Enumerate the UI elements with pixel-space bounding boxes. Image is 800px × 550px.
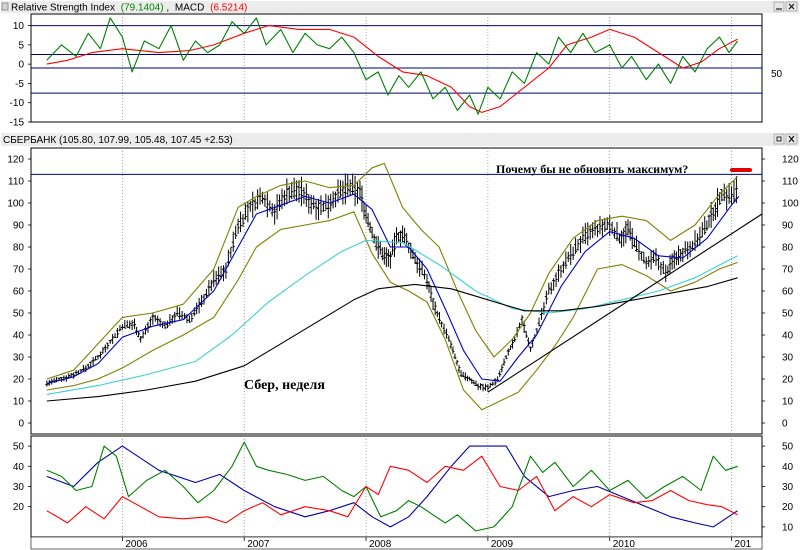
annotation-top: Почему бы не обновить максимум? <box>496 162 688 176</box>
red-marker <box>730 168 752 172</box>
price-left-tick: 100 <box>7 199 24 210</box>
oscillator-left-tick: 40 <box>13 462 25 473</box>
price-right-tick: 30 <box>782 353 794 364</box>
indicator-panel: Relative Strength Index (79.1404) , MACD… <box>1 1 799 129</box>
price-right-tick: 90 <box>782 221 794 232</box>
price-left-tick: 110 <box>8 177 24 188</box>
stock-chart-window: Relative Strength Index (79.1404) , MACD… <box>0 0 800 550</box>
x-tick-label: 201 <box>735 539 752 550</box>
price-right-tick: 100 <box>782 199 799 210</box>
indicator-left-tick: -5 <box>15 79 24 90</box>
indicator-left-tick: -10 <box>10 98 25 109</box>
price-left-tick: 30 <box>13 353 25 364</box>
price-panel: СБЕРБАНК (105.80, 107.99, 105.48, 107.45… <box>1 133 799 435</box>
price-left-tick: 120 <box>7 155 24 166</box>
indicator-left-tick: -15 <box>10 118 25 129</box>
price-right-tick: 40 <box>782 331 794 342</box>
panel-menu-icon[interactable] <box>1 2 9 11</box>
price-header: СБЕРБАНК (105.80, 107.99, 105.48, 107.45… <box>3 135 233 146</box>
indicator-legend: Relative Strength Index (79.1404) , MACD… <box>11 3 247 14</box>
price-left-tick: 20 <box>13 375 25 386</box>
indicator-left-tick: 10 <box>13 21 25 32</box>
indicator-left-tick: 0 <box>18 60 24 71</box>
price-right-tick: 80 <box>782 243 794 254</box>
price-left-tick: 10 <box>13 397 25 408</box>
price-left-tick: 40 <box>13 331 25 342</box>
rsi-label: Relative Strength Index <box>11 3 115 14</box>
price-left-tick: 60 <box>13 287 25 298</box>
price-left-tick: 90 <box>13 221 25 232</box>
price-right-tick: 50 <box>782 309 794 320</box>
x-tick-label: 2009 <box>491 539 514 550</box>
oscillator-right-tick: 10 <box>782 522 794 533</box>
x-tick-label: 2006 <box>125 539 148 550</box>
oscillator-panel: 50 40 30 20 50 40 30 20 10 <box>13 435 794 538</box>
price-right-tick: 110 <box>782 177 798 188</box>
maximize-icon[interactable] <box>773 133 785 145</box>
oscillator-left-tick: 20 <box>13 502 25 513</box>
macd-label: MACD <box>175 3 204 14</box>
oscillator-left-tick: 50 <box>13 442 25 453</box>
price-left-tick: 70 <box>13 265 25 276</box>
annotation-chart: Сбер, неделя <box>244 378 325 393</box>
oscillator-right-tick: 30 <box>782 482 794 493</box>
rsi-value: (79.1404) <box>121 3 164 14</box>
oscillator-right-tick: 40 <box>782 462 794 473</box>
legend-separator: , <box>166 3 169 14</box>
price-right-tick: 120 <box>782 155 799 166</box>
oscillator-right-tick: 50 <box>782 442 794 453</box>
minimize-icon[interactable] <box>773 1 785 12</box>
price-right-tick: 70 <box>782 265 794 276</box>
x-tick-label: 2008 <box>369 539 392 550</box>
time-axis: 2006 2007 2008 2009 2010 201 <box>30 536 763 550</box>
price-right-tick: 10 <box>782 397 794 408</box>
price-left-tick: 80 <box>13 243 25 254</box>
indicator-right-value: 50 <box>771 69 783 80</box>
x-tick-label: 2010 <box>613 539 636 550</box>
indicator-left-tick: 5 <box>18 40 24 51</box>
price-right-tick: 60 <box>782 287 794 298</box>
oscillator-right-tick: 20 <box>782 502 794 513</box>
price-left-tick: 0 <box>18 419 24 430</box>
price-right-tick: 20 <box>782 375 794 386</box>
x-tick-label: 2007 <box>247 539 270 550</box>
price-left-tick: 50 <box>13 309 25 320</box>
price-right-tick: 0 <box>782 419 788 430</box>
macd-value: (6.5214) <box>210 3 247 14</box>
oscillator-left-tick: 30 <box>13 482 25 493</box>
